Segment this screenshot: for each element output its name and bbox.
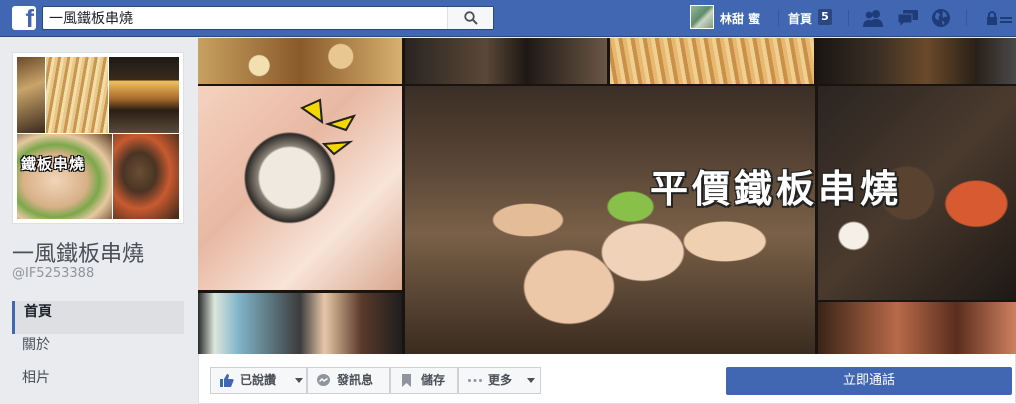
- profile-picture-text: 鐵板串燒: [21, 155, 86, 173]
- home-link[interactable]: 首頁: [788, 10, 812, 27]
- divider: [778, 10, 779, 26]
- nav-item-about[interactable]: 關於: [12, 334, 184, 367]
- messenger-icon: [317, 374, 330, 386]
- profile-picture-collage: 鐵板串燒: [17, 57, 179, 219]
- avatar: [690, 5, 714, 29]
- home-count-badge: 5: [818, 9, 832, 25]
- search-bar: [42, 6, 494, 30]
- messages-icon[interactable]: [897, 8, 919, 29]
- page-navigation: 首頁 關於 相片: [12, 301, 184, 400]
- top-navigation-bar: f 林甜 蜜 首頁 5: [0, 0, 1016, 37]
- privacy-lock-icon[interactable]: [986, 8, 1016, 28]
- bookmark-icon: [402, 374, 411, 387]
- nav-item-photos[interactable]: 相片: [12, 367, 184, 400]
- cover-tile: [405, 38, 607, 84]
- liked-label: 已說讚: [240, 373, 277, 387]
- friend-requests-icon[interactable]: [862, 8, 884, 28]
- facebook-logo-icon[interactable]: f: [12, 6, 36, 30]
- chevron-down-icon: [295, 378, 303, 383]
- user-name: 林甜 蜜: [720, 12, 761, 26]
- cover-tile: [818, 302, 1016, 354]
- page-action-bar: 已說讚 發訊息 儲存 更多 立即通話: [198, 354, 1016, 404]
- call-now-button[interactable]: 立即通話: [726, 367, 1012, 395]
- cover-photo[interactable]: 平價鐵板串燒: [198, 38, 1016, 354]
- liked-button[interactable]: 已說讚: [210, 367, 307, 394]
- more-dots-icon: [468, 379, 482, 382]
- nav-item-home[interactable]: 首頁: [12, 301, 184, 334]
- thumbs-up-icon: [220, 374, 234, 387]
- send-message-button[interactable]: 發訊息: [307, 367, 390, 394]
- cover-tile: [198, 293, 402, 354]
- more-label: 更多: [488, 373, 513, 387]
- profile-picture[interactable]: 鐵板串燒: [12, 52, 184, 224]
- notifications-globe-icon[interactable]: [930, 8, 952, 28]
- cover-tile: [817, 38, 1016, 84]
- search-input[interactable]: [49, 9, 429, 27]
- divider: [966, 10, 967, 26]
- cover-title-text: 平價鐵板串燒: [650, 166, 903, 211]
- search-icon: [464, 11, 478, 25]
- more-button[interactable]: 更多: [458, 367, 541, 394]
- save-label: 儲存: [421, 373, 446, 387]
- cover-tile: [610, 38, 814, 84]
- cover-tile: [405, 86, 815, 354]
- page-handle[interactable]: @IF5253388: [12, 266, 94, 281]
- divider: [848, 10, 849, 26]
- search-button[interactable]: [447, 7, 493, 29]
- page-title: 一風鐵板串燒: [12, 242, 145, 267]
- send-message-label: 發訊息: [337, 373, 374, 387]
- cover-tile: [198, 38, 402, 84]
- cover-tile: [198, 86, 402, 290]
- save-button[interactable]: 儲存: [390, 367, 458, 394]
- chevron-down-icon: [527, 378, 535, 383]
